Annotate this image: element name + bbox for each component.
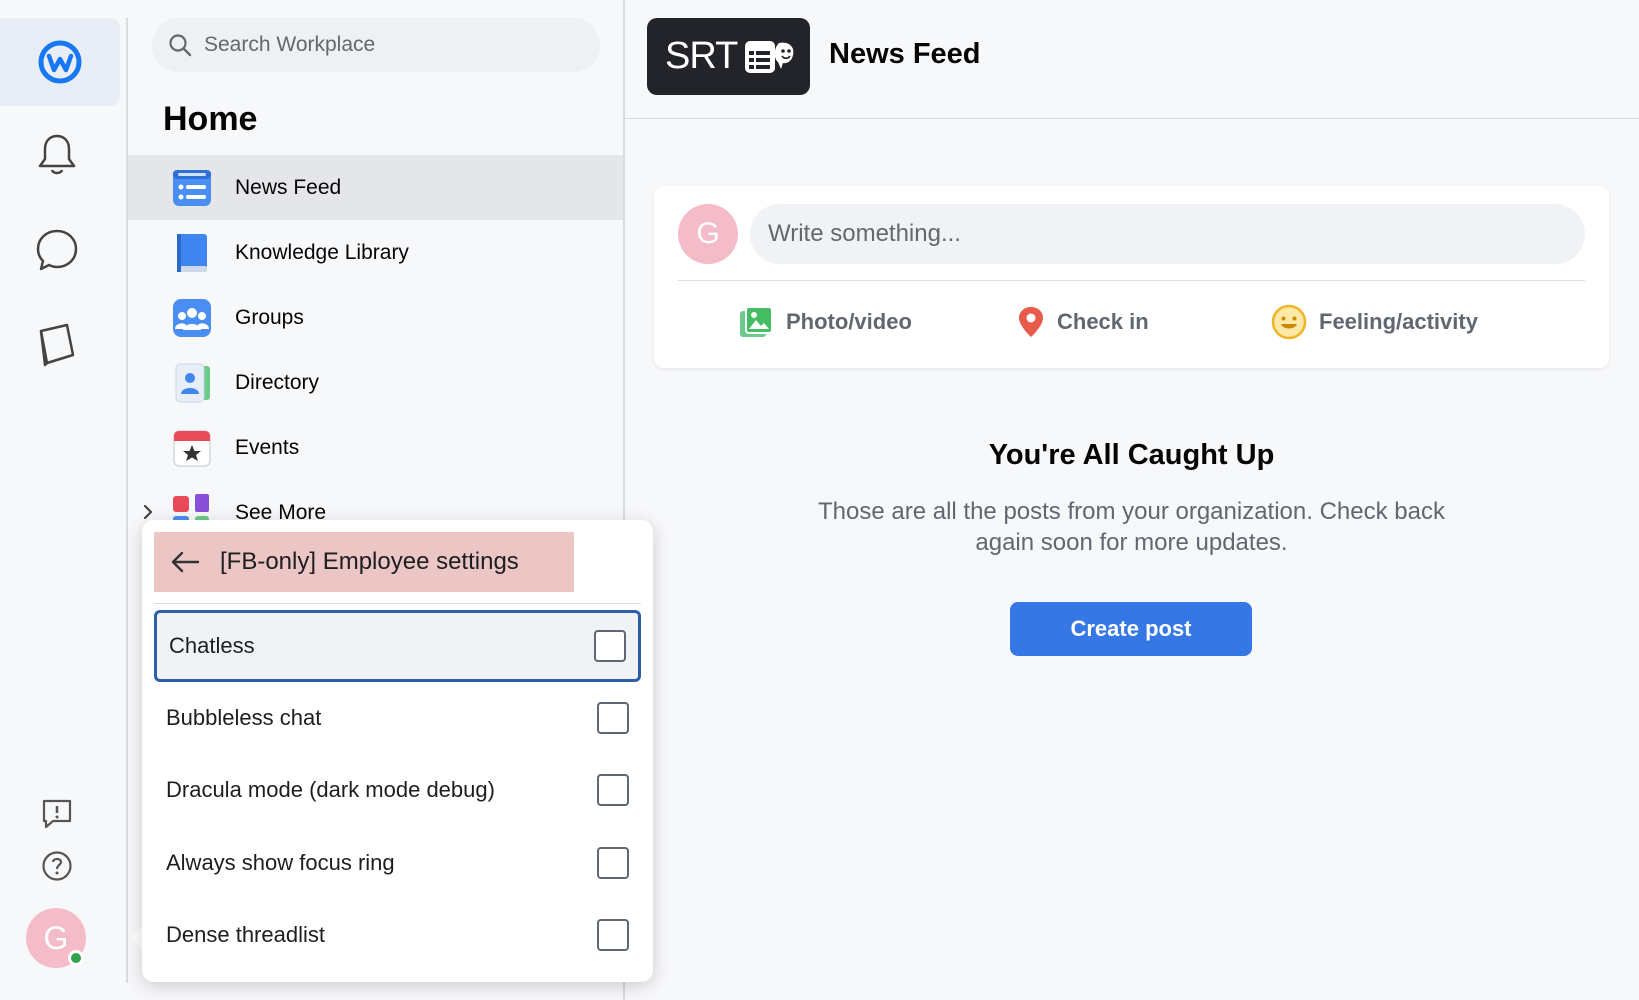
book-icon [171,232,213,274]
empty-state-title: You're All Caught Up [988,439,1275,471]
profile-avatar-button[interactable]: G [26,908,86,968]
feeling-activity-button[interactable]: Feeling/activity [1271,296,1478,348]
employee-settings-menu: [FB-only] Employee settings Chatless Bub… [142,520,653,982]
sidebar-item-label: Directory [235,370,320,394]
sidebar-item-label: Knowledge Library [235,240,409,264]
sidebar-item-knowledge-library[interactable]: Knowledge Library [128,220,624,285]
notebook-icon [39,323,75,367]
employee-settings-header[interactable]: [FB-only] Employee settings [154,532,574,592]
check-in-label: Check in [1057,309,1149,334]
search-bar[interactable] [152,18,600,72]
avatar-initial: G [43,919,69,956]
option-label: Bubbleless chat [166,705,322,730]
company-logo-mark-icon [745,40,794,73]
help-button[interactable] [39,848,75,884]
chatless-checkbox[interactable] [594,630,626,662]
option-dracula-mode[interactable]: Dracula mode (dark mode debug) [154,754,641,826]
company-logo-text: SRT [665,35,738,77]
calendar-star-icon [171,427,213,469]
news-feed-icon [171,167,213,209]
employee-settings-title: [FB-only] Employee settings [220,548,519,575]
option-bubbleless-chat[interactable]: Bubbleless chat [154,682,641,754]
option-label: Chatless [169,633,255,658]
help-icon [42,851,72,881]
workplace-logo-button[interactable] [0,18,120,106]
avatar-initial: G [696,217,720,250]
sidebar-title: Home [163,100,258,138]
write-something-input[interactable] [768,220,1548,248]
bubbleless-chat-checkbox[interactable] [597,702,629,734]
composer-divider [678,280,1585,281]
sidebar-item-news-feed[interactable]: News Feed [128,155,624,220]
top-bar: SRT News Feed [625,0,1639,119]
search-input[interactable] [204,33,584,57]
chevron-right-icon[interactable] [141,503,155,521]
directory-icon [171,362,213,404]
dracula-mode-checkbox[interactable] [597,774,629,806]
option-label: Dense threadlist [166,922,325,947]
post-composer: G Photo/video Check in [654,186,1609,368]
composer-input-wrap[interactable] [750,204,1585,264]
option-dense-threadlist[interactable]: Dense threadlist [154,899,641,971]
sidebar-item-label: News Feed [235,175,342,199]
knowledge-button[interactable] [32,320,82,370]
photo-video-label: Photo/video [786,309,912,334]
check-in-button[interactable]: Check in [1017,296,1149,348]
chat-button[interactable] [32,225,82,275]
composer-avatar: G [678,204,738,264]
dense-threadlist-checkbox[interactable] [597,919,629,951]
popup-divider [154,603,641,604]
option-label: Always show focus ring [166,850,395,875]
feedback-button[interactable] [39,796,75,832]
option-chatless[interactable]: Chatless [154,610,641,682]
online-status-dot [68,950,84,966]
sidebar-item-directory[interactable]: Directory [128,350,624,415]
groups-icon [171,297,213,339]
smiley-icon [1271,304,1307,340]
empty-state-text: Those are all the posts from your organi… [818,498,1445,556]
sidebar-item-events[interactable]: Events [128,415,624,480]
create-post-button[interactable]: Create post [1010,602,1252,656]
photo-video-button[interactable]: Photo/video [738,296,912,348]
left-rail: G [0,0,127,1000]
sidebar-item-label: Groups [235,305,304,329]
page-title: News Feed [829,38,981,70]
chat-bubble-icon [36,229,78,271]
feedback-icon [42,799,72,829]
option-always-show-focus-ring[interactable]: Always show focus ring [154,827,641,899]
arrow-left-icon[interactable] [170,550,200,574]
search-icon [169,34,192,57]
sidebar-item-label: Events [235,435,300,459]
feeling-activity-label: Feeling/activity [1319,309,1478,334]
location-pin-icon [1017,305,1045,339]
sidebar-nav: News Feed Knowledge Library Groups Direc… [128,155,624,480]
option-label: Dracula mode (dark mode debug) [166,777,495,802]
notifications-button[interactable] [32,130,82,180]
focus-ring-checkbox[interactable] [597,847,629,879]
sidebar-item-groups[interactable]: Groups [128,285,624,350]
bell-icon [38,134,76,175]
workplace-logo-icon [38,40,82,84]
company-logo[interactable]: SRT [647,18,810,95]
photo-icon [738,305,774,339]
